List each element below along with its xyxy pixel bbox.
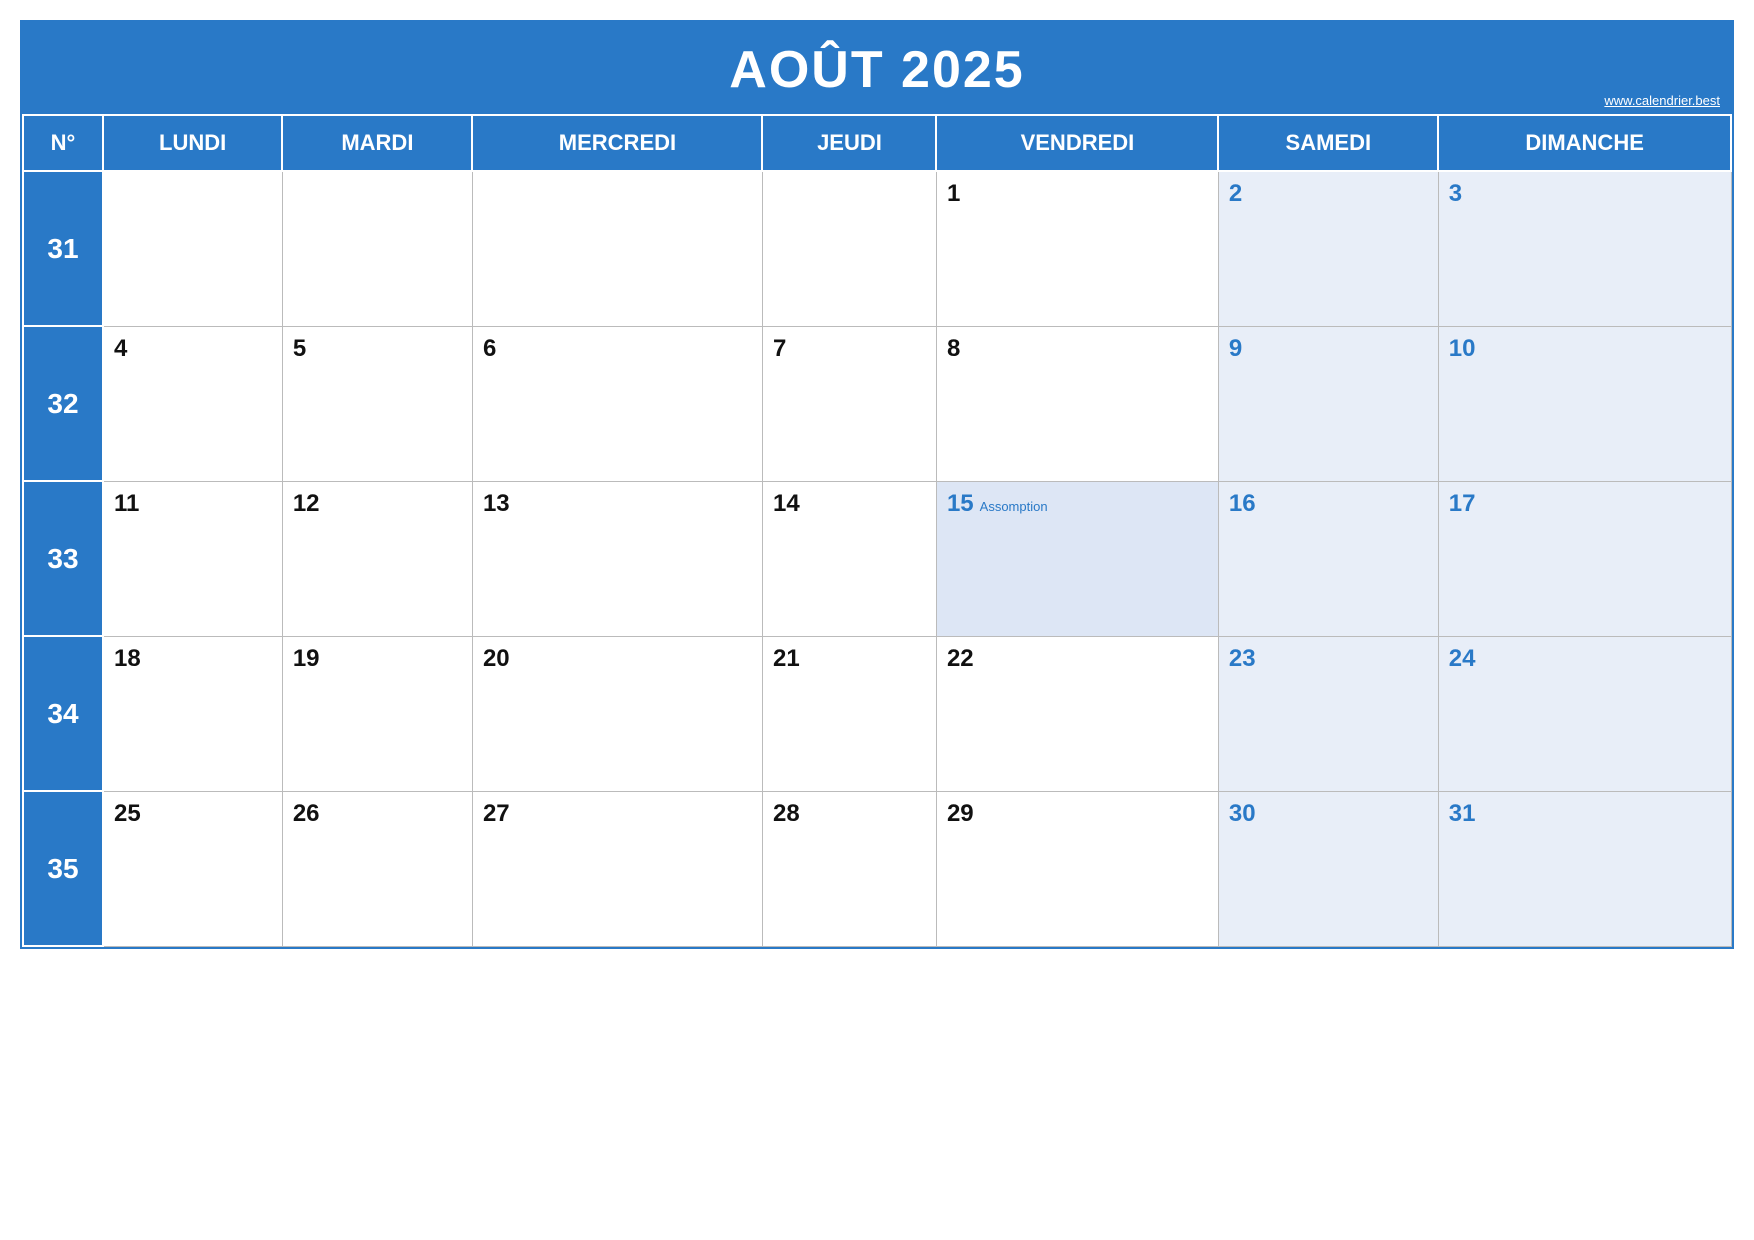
day-number: 10 bbox=[1449, 335, 1476, 363]
day-number: 13 bbox=[483, 490, 510, 518]
calendar-day: 14 bbox=[762, 481, 936, 636]
day-number: 28 bbox=[773, 800, 800, 828]
calendar-day: 30 bbox=[1218, 791, 1438, 946]
day-number: 20 bbox=[483, 645, 510, 673]
day-number: 1 bbox=[947, 180, 960, 208]
header-mardi: MARDI bbox=[282, 115, 472, 171]
week-row: 32 4 5 6 7 8 9 10 bbox=[23, 326, 1731, 481]
calendar-header: AOÛT 2025 www.calendrier.best bbox=[22, 22, 1732, 114]
day-number: 16 bbox=[1229, 490, 1256, 518]
day-number: 17 bbox=[1449, 490, 1476, 518]
day-number: 26 bbox=[293, 800, 320, 828]
day-number: 29 bbox=[947, 800, 974, 828]
column-headers: N° LUNDI MARDI MERCREDI JEUDI VENDREDI S… bbox=[23, 115, 1731, 171]
day-number: 23 bbox=[1229, 645, 1256, 673]
calendar-title: AOÛT 2025 bbox=[32, 40, 1722, 100]
calendar-day: 17 bbox=[1438, 481, 1731, 636]
week-number: 31 bbox=[23, 171, 103, 326]
calendar-day bbox=[762, 171, 936, 326]
calendar-day: 13 bbox=[472, 481, 762, 636]
calendar-day: 23 bbox=[1218, 636, 1438, 791]
calendar-day: 6 bbox=[472, 326, 762, 481]
header-dimanche: DIMANCHE bbox=[1438, 115, 1731, 171]
day-number: 30 bbox=[1229, 800, 1256, 828]
day-number: 15 bbox=[947, 490, 974, 518]
week-row: 34 18 19 20 21 22 23 24 bbox=[23, 636, 1731, 791]
calendar-day: 10 bbox=[1438, 326, 1731, 481]
header-mercredi: MERCREDI bbox=[472, 115, 762, 171]
day-number: 2 bbox=[1229, 180, 1242, 208]
calendar-day: 2 bbox=[1218, 171, 1438, 326]
day-number: 31 bbox=[1449, 800, 1476, 828]
calendar-day: 26 bbox=[282, 791, 472, 946]
day-number: 11 bbox=[114, 490, 139, 518]
calendar-day: 19 bbox=[282, 636, 472, 791]
header-jeudi: JEUDI bbox=[762, 115, 936, 171]
day-event: Assomption bbox=[980, 499, 1048, 514]
calendar-day: 21 bbox=[762, 636, 936, 791]
week-number: 34 bbox=[23, 636, 103, 791]
calendar-day: 22 bbox=[936, 636, 1218, 791]
day-number: 25 bbox=[114, 800, 141, 828]
calendar-day: 28 bbox=[762, 791, 936, 946]
calendar-day: 9 bbox=[1218, 326, 1438, 481]
day-number: 14 bbox=[773, 490, 800, 518]
calendar-day bbox=[282, 171, 472, 326]
week-number: 32 bbox=[23, 326, 103, 481]
day-number: 19 bbox=[293, 645, 320, 673]
day-number: 5 bbox=[293, 335, 306, 363]
calendar-day: 15 Assomption bbox=[936, 481, 1218, 636]
day-number: 4 bbox=[114, 335, 127, 363]
day-number: 6 bbox=[483, 335, 496, 363]
day-number: 21 bbox=[773, 645, 800, 673]
day-number: 3 bbox=[1449, 180, 1462, 208]
header-vendredi: VENDREDI bbox=[936, 115, 1218, 171]
calendar-day: 4 bbox=[103, 326, 282, 481]
day-number: 8 bbox=[947, 335, 960, 363]
day-number: 9 bbox=[1229, 335, 1242, 363]
header-week-num: N° bbox=[23, 115, 103, 171]
calendar-day: 1 bbox=[936, 171, 1218, 326]
calendar-day: 31 bbox=[1438, 791, 1731, 946]
day-number: 18 bbox=[114, 645, 141, 673]
calendar-day: 18 bbox=[103, 636, 282, 791]
calendar-day: 29 bbox=[936, 791, 1218, 946]
calendar-day: 8 bbox=[936, 326, 1218, 481]
day-number: 27 bbox=[483, 800, 510, 828]
week-row: 31 1 2 3 bbox=[23, 171, 1731, 326]
website-link: www.calendrier.best bbox=[1604, 93, 1720, 108]
week-row: 33 11 12 13 14 15 Assomption 16 17 bbox=[23, 481, 1731, 636]
calendar-day: 20 bbox=[472, 636, 762, 791]
calendar-container: AOÛT 2025 www.calendrier.best N° LUNDI M… bbox=[20, 20, 1734, 949]
header-lundi: LUNDI bbox=[103, 115, 282, 171]
week-row: 35 25 26 27 28 29 30 31 bbox=[23, 791, 1731, 946]
week-number: 35 bbox=[23, 791, 103, 946]
calendar-day: 24 bbox=[1438, 636, 1731, 791]
calendar-day: 3 bbox=[1438, 171, 1731, 326]
day-number: 22 bbox=[947, 645, 974, 673]
calendar-day: 5 bbox=[282, 326, 472, 481]
calendar-grid: N° LUNDI MARDI MERCREDI JEUDI VENDREDI S… bbox=[22, 114, 1732, 947]
day-number: 7 bbox=[773, 335, 786, 363]
day-number: 12 bbox=[293, 490, 320, 518]
calendar-day bbox=[472, 171, 762, 326]
week-number: 33 bbox=[23, 481, 103, 636]
calendar-day: 16 bbox=[1218, 481, 1438, 636]
day-number: 24 bbox=[1449, 645, 1476, 673]
calendar-day bbox=[103, 171, 282, 326]
calendar-day: 12 bbox=[282, 481, 472, 636]
calendar-day: 25 bbox=[103, 791, 282, 946]
calendar-day: 7 bbox=[762, 326, 936, 481]
calendar-day: 11 bbox=[103, 481, 282, 636]
header-samedi: SAMEDI bbox=[1218, 115, 1438, 171]
calendar-day: 27 bbox=[472, 791, 762, 946]
